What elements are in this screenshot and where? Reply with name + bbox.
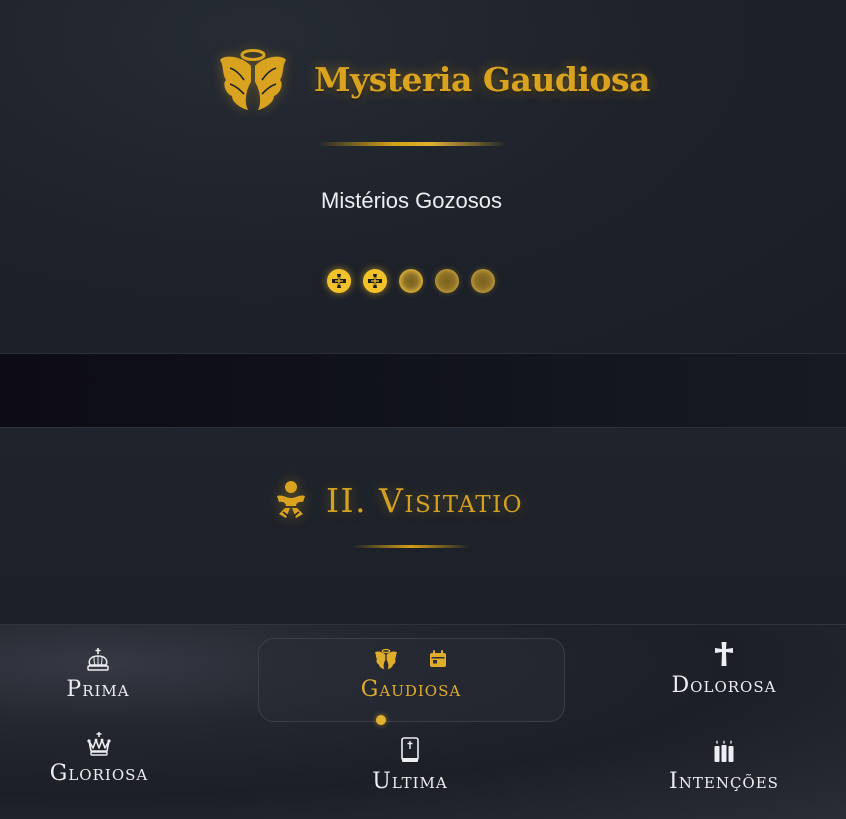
cross-pattee-icon — [332, 274, 346, 288]
nav-label-gaudiosa: Gaudiosa — [360, 677, 462, 702]
cross-pattee-icon — [368, 274, 382, 288]
progress-bead-1 — [327, 269, 351, 293]
nav-label-gloriosa: Gloriosa — [49, 761, 149, 786]
progress-bead-4 — [435, 269, 459, 293]
mystery-name: II. Visitatio — [326, 480, 524, 520]
title-divider — [318, 142, 506, 146]
angel-icon — [220, 49, 286, 110]
nav-label-prima: Prima — [66, 677, 130, 702]
section-separator — [0, 354, 846, 428]
mystery-title-row: Mysteria Gaudiosa — [218, 44, 650, 114]
nav-item-intencoes[interactable]: Intenções — [650, 739, 798, 794]
baby-icon — [277, 481, 305, 518]
progress-bead-5 — [471, 269, 495, 293]
candles-icon — [713, 739, 735, 763]
calendar-icon[interactable] — [428, 649, 448, 669]
nav-item-gloriosa[interactable]: Gloriosa — [38, 731, 160, 786]
nav-item-ultima[interactable]: Ultima — [350, 737, 470, 794]
nav-item-dolorosa[interactable]: Dolorosa — [654, 641, 794, 698]
bible-icon — [400, 737, 420, 763]
mystery-title: Mysteria Gaudiosa — [314, 59, 650, 99]
royal-crown-icon — [86, 731, 112, 757]
nav-item-prima[interactable]: Prima — [38, 647, 158, 702]
section-heading-row: II. Visitatio — [274, 480, 523, 520]
angel-icon — [374, 648, 398, 670]
mystery-subtitle: Mistérios Gozosos — [321, 188, 502, 213]
progress-bead-3 — [399, 269, 423, 293]
nav-label-intencoes: Intenções — [669, 769, 779, 794]
crown-icon — [86, 647, 110, 673]
nav-item-gaudiosa[interactable]: Gaudiosa — [336, 647, 486, 702]
cross-icon — [713, 641, 735, 667]
nav-label-dolorosa: Dolorosa — [671, 673, 777, 698]
active-indicator-dot — [376, 715, 386, 725]
mystery-section: II. Visitatio — [0, 428, 846, 624]
nav-label-ultima: Ultima — [372, 769, 448, 794]
gaudiosa-icons — [374, 647, 448, 671]
section-divider — [352, 545, 470, 548]
mystery-nav: Prima Gaudiosa Dolorosa Gloriosa Ultima … — [0, 624, 846, 819]
mystery-header: Mysteria Gaudiosa Mistérios Gozosos — [0, 0, 846, 354]
progress-bead-2 — [363, 269, 387, 293]
decade-progress — [327, 269, 495, 293]
